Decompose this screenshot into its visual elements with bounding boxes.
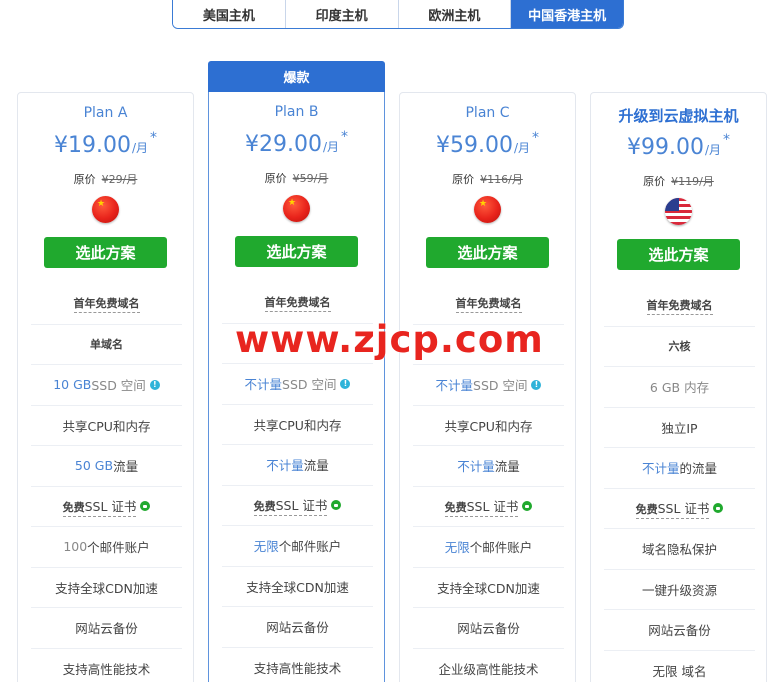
tab-india-hosting[interactable]: 印度主机 — [285, 0, 399, 28]
feature-backup: 网站云备份 — [413, 608, 564, 649]
feature-domains: 单域名 — [31, 325, 182, 365]
feature-free-domain: 首年免费域名 — [604, 286, 755, 327]
hot-badge: 爆款 — [208, 61, 385, 92]
feature-performance: 企业级高性能技术 — [413, 649, 564, 682]
tab-europe-hosting[interactable]: 欧洲主机 — [398, 0, 512, 28]
tab-hongkong-hosting[interactable]: 中国香港主机 — [511, 0, 623, 28]
feature-backup: 网站云备份 — [222, 607, 373, 648]
china-flag-icon — [92, 196, 119, 223]
feature-performance: 支持高性能技术 — [222, 648, 373, 682]
plan-name: 升级到云虚拟主机 — [618, 107, 739, 125]
feature-storage: 不计量 SSD 空间! — [413, 365, 564, 406]
lock-icon — [140, 501, 151, 512]
feature-email: 无限 个邮件账户 — [413, 527, 564, 568]
feature-free-domain: 首年免费域名 — [31, 284, 182, 325]
feature-ssl: 免费SSL 证书 — [413, 487, 564, 527]
plan-price: ¥59.00/月* — [435, 130, 540, 158]
feature-cpu: 共享CPU和内存 — [31, 406, 182, 446]
plan-card-cloud: 升级到云虚拟主机 ¥99.00/月* 原价 ¥119/月 选此方案 首年免费域名 … — [590, 92, 767, 682]
info-icon[interactable]: ! — [149, 379, 160, 390]
info-icon[interactable]: ! — [531, 379, 542, 390]
plan-price: ¥99.00/月* — [626, 132, 731, 160]
plan-name: Plan B — [274, 104, 319, 120]
plan-price: ¥19.00/月* — [53, 130, 158, 158]
plan-price: ¥29.00/月* — [244, 129, 349, 157]
lock-icon — [713, 503, 724, 514]
feature-performance: 支持高性能技术 — [31, 649, 182, 682]
feature-ssl: 免费SSL 证书 — [222, 486, 373, 526]
info-icon[interactable]: ! — [340, 378, 351, 389]
feature-storage: 不计量 SSD 空间! — [222, 364, 373, 405]
original-price: 原价 ¥116/月 — [452, 173, 523, 186]
china-flag-icon — [474, 196, 501, 223]
plan-card-a: Plan A ¥19.00/月* 原价¥29/月 选此方案 首年免费域名 单域名… — [17, 92, 194, 682]
feature-backup: 网站云备份 — [31, 608, 182, 649]
plan-card-b: Plan B ¥29.00/月* 原价¥59/月 选此方案 首年免费域名 不计量… — [208, 92, 385, 682]
lock-icon — [331, 500, 342, 511]
feature-privacy: 域名隐私保护 — [604, 529, 755, 570]
feature-cpu: 共享CPU和内存 — [413, 406, 564, 446]
feature-bandwidth: 不计量 流量 — [222, 445, 373, 486]
plan-name: Plan A — [83, 105, 128, 121]
feature-list: 首年免费域名 单域名 10 GB SSD 空间! 共享CPU和内存 50 GB … — [31, 284, 182, 682]
feature-email: 无限 个邮件账户 — [222, 526, 373, 567]
china-flag-icon — [283, 195, 310, 222]
feature-upgrade: 一键升级资源 — [604, 570, 755, 610]
watermark-text: www.zjcp.com — [235, 318, 544, 361]
feature-storage: 10 GB SSD 空间! — [31, 365, 182, 406]
plan-card-c: Plan C ¥59.00/月* 原价¥116/月 选此方案 首年免费域名 不计… — [399, 92, 576, 682]
feature-cores: 六核 — [604, 327, 755, 367]
tab-us-hosting[interactable]: 美国主机 — [173, 0, 286, 28]
select-plan-button[interactable]: 选此方案 — [617, 239, 740, 270]
original-price: 原价 ¥119/月 — [643, 175, 714, 188]
lock-icon — [522, 501, 533, 512]
select-plan-button[interactable]: 选此方案 — [44, 237, 167, 268]
original-price: 原价 ¥59/月 — [264, 172, 329, 185]
select-plan-button[interactable]: 选此方案 — [235, 236, 358, 267]
feature-dedicated-ip: 独立IP — [604, 408, 755, 448]
feature-ssl: 免费SSL 证书 — [604, 489, 755, 529]
plan-name: Plan C — [465, 105, 510, 121]
original-price: 原价 ¥29/月 — [73, 173, 138, 186]
feature-ssl: 免费SSL 证书 — [31, 487, 182, 527]
select-plan-button[interactable]: 选此方案 — [426, 237, 549, 268]
feature-cdn: 支持全球CDN加速 — [31, 568, 182, 608]
feature-backup: 网站云备份 — [604, 610, 755, 651]
feature-domains: 无限 域名 — [604, 651, 755, 682]
feature-cpu: 共享CPU和内存 — [222, 405, 373, 445]
feature-cdn: 支持全球CDN加速 — [222, 567, 373, 607]
feature-cdn: 支持全球CDN加速 — [413, 568, 564, 608]
usa-flag-icon — [665, 198, 692, 225]
feature-email: 100 个邮件账户 — [31, 527, 182, 568]
feature-memory: 6 GB 内存 — [604, 367, 755, 408]
feature-bandwidth: 不计量 流量 — [413, 446, 564, 487]
feature-bandwidth: 不计量 的流量 — [604, 448, 755, 489]
region-tabs: 美国主机 印度主机 欧洲主机 中国香港主机 — [172, 0, 624, 29]
feature-bandwidth: 50 GB 流量 — [31, 446, 182, 487]
feature-list: 首年免费域名 六核 6 GB 内存 独立IP 不计量 的流量 免费SSL 证书 … — [604, 286, 755, 682]
